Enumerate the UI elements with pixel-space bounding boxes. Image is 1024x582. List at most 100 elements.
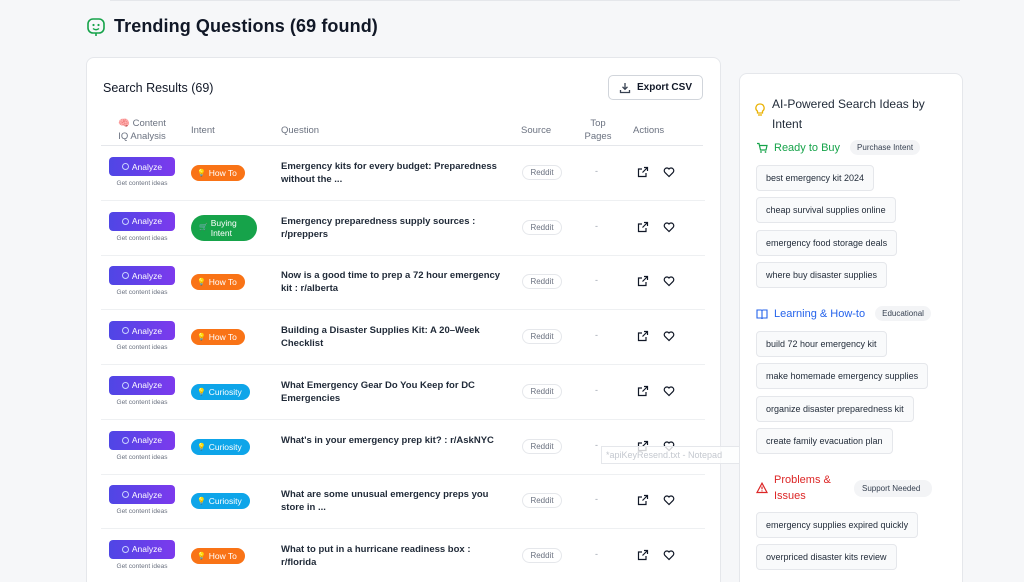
question-text[interactable]: Emergency kits for every budget: Prepare… bbox=[281, 160, 503, 186]
source-badge: Reddit bbox=[522, 165, 562, 180]
heart-icon[interactable] bbox=[663, 275, 675, 287]
ideas-header: AI-Powered Search Ideas by Intent bbox=[754, 94, 952, 134]
ideas-section-header: Ready to Buy Purchase Intent bbox=[756, 140, 921, 155]
lightbulb-icon: 💡 bbox=[197, 334, 206, 342]
table-row: Analyze Get content ideas 💡 Curiosity What a… bbox=[101, 474, 705, 530]
question-text[interactable]: What's in your emergency prep kit? : r/A… bbox=[281, 434, 503, 447]
source-badge: Reddit bbox=[522, 383, 562, 399]
analyze-subtext: Get content ideas bbox=[116, 180, 168, 187]
intent-label: How To bbox=[208, 550, 237, 561]
intent-label: Buying Intent bbox=[210, 217, 237, 238]
book-icon bbox=[756, 308, 768, 319]
question-text[interactable]: Now is a good time to prep a 72 hour eme… bbox=[281, 269, 503, 295]
analyze-bulb-icon bbox=[121, 217, 129, 225]
question-text[interactable]: Emergency preparedness supply sources : … bbox=[281, 215, 503, 241]
source-badge: Reddit bbox=[522, 274, 562, 290]
intent-badge: 💡 How To bbox=[191, 547, 245, 564]
export-csv-label: Export CSV bbox=[636, 82, 692, 93]
ideas-section-header: Problems & Issues Support Needed bbox=[756, 472, 932, 504]
lightbulb-icon: 💡 bbox=[197, 388, 206, 396]
source-badge: Reddit bbox=[522, 329, 562, 345]
ideas-section-title: Ready to Buy bbox=[774, 141, 841, 154]
question-text[interactable]: What Emergency Gear Do You Keep for DC E… bbox=[281, 379, 503, 405]
search-idea-chip[interactable]: emergency supplies expired quickly bbox=[756, 512, 919, 538]
top-divider bbox=[110, 0, 960, 1]
ideas-section-tag: Purchase Intent bbox=[850, 140, 921, 155]
search-idea-chip[interactable]: overpriced disaster kits review bbox=[756, 544, 897, 571]
question-text[interactable]: What to put in a hurricane readiness box… bbox=[281, 543, 503, 569]
search-idea-chip[interactable]: organize disaster preparedness kit bbox=[756, 395, 914, 422]
intent-badge: 💡 How To bbox=[191, 329, 245, 346]
analyze-button[interactable]: Analyze bbox=[109, 485, 175, 505]
analyze-button[interactable]: Analyze bbox=[109, 430, 175, 450]
col-header-top-line1: Top bbox=[590, 118, 606, 129]
analyze-button[interactable]: Analyze bbox=[109, 321, 175, 341]
lightbulb-icon: 💡 bbox=[197, 443, 206, 451]
intent-label: How To bbox=[208, 168, 237, 178]
analyze-button[interactable]: Analyze bbox=[109, 375, 175, 395]
intent-label: How To bbox=[208, 332, 237, 343]
heart-icon[interactable] bbox=[663, 549, 675, 561]
lightbulb-icon: 💡 bbox=[197, 170, 206, 177]
export-csv-button[interactable]: Export CSV bbox=[607, 75, 703, 100]
ideas-section-title: Problems & Issues bbox=[774, 474, 831, 502]
heart-icon[interactable] bbox=[663, 494, 675, 506]
external-link-icon[interactable] bbox=[637, 385, 649, 397]
ideas-section-header: Learning & How-to Educational bbox=[756, 306, 931, 321]
analyze-button[interactable]: Analyze bbox=[109, 266, 175, 286]
analyze-label: Analyze bbox=[131, 435, 163, 445]
external-link-icon[interactable] bbox=[637, 494, 649, 506]
lightbulb-icon: 💡 bbox=[197, 279, 206, 287]
heart-icon[interactable] bbox=[663, 330, 675, 342]
question-text[interactable]: Building a Disaster Supplies Kit: A 20–W… bbox=[281, 324, 503, 350]
ideas-section-title: Learning & How-to bbox=[774, 307, 866, 320]
external-link-icon[interactable] bbox=[637, 221, 649, 233]
ai-search-ideas-card: AI-Powered Search Ideas by Intent Ready … bbox=[739, 73, 963, 582]
intent-badge: 💡 Curiosity bbox=[191, 438, 250, 455]
intent-badge: 💡 Curiosity bbox=[191, 383, 250, 400]
analyze-subtext: Get content ideas bbox=[116, 508, 168, 516]
external-link-icon[interactable] bbox=[637, 166, 649, 178]
analyze-subtext: Get content ideas bbox=[116, 562, 168, 570]
analyze-button[interactable]: Analyze bbox=[109, 157, 175, 176]
heart-icon[interactable] bbox=[663, 385, 675, 397]
search-idea-chip[interactable]: make homemade emergency supplies bbox=[756, 363, 929, 390]
search-idea-chip[interactable]: build 72 hour emergency kit bbox=[756, 331, 887, 357]
external-link-icon[interactable] bbox=[637, 549, 649, 561]
analyze-label: Analyze bbox=[131, 216, 163, 227]
heart-icon[interactable] bbox=[663, 166, 675, 178]
analyze-label: Analyze bbox=[131, 489, 163, 500]
search-idea-chip[interactable]: cheap survival supplies online bbox=[756, 197, 896, 224]
search-idea-chip[interactable]: where buy disaster supplies bbox=[756, 262, 888, 289]
table-row: Analyze Get content ideas 💡 How To Emergency… bbox=[101, 146, 705, 201]
external-link-icon[interactable] bbox=[637, 330, 649, 342]
analyze-label: Analyze bbox=[131, 544, 163, 555]
col-header-intent: Intent bbox=[191, 124, 215, 136]
question-text[interactable]: What are some unusual emergency preps yo… bbox=[281, 488, 503, 514]
heart-icon[interactable] bbox=[663, 221, 675, 233]
search-idea-chip[interactable]: best emergency kit 2024 bbox=[756, 165, 875, 191]
col-header-actions: Actions bbox=[633, 124, 665, 136]
search-idea-chip[interactable]: emergency food storage deals bbox=[756, 229, 898, 256]
source-badge: Reddit bbox=[522, 493, 562, 509]
intent-label: Curiosity bbox=[208, 386, 242, 397]
smile-icon bbox=[87, 17, 105, 36]
top-pages-value: - bbox=[595, 275, 598, 286]
analyze-label: Analyze bbox=[131, 161, 163, 172]
analyze-button[interactable]: Analyze bbox=[109, 539, 175, 559]
intent-label: Curiosity bbox=[208, 441, 242, 452]
table-row: Analyze Get content ideas 💡 How To Building … bbox=[101, 310, 705, 366]
page-header: Trending Questions (69 found) bbox=[86, 16, 378, 37]
warning-icon bbox=[756, 482, 768, 494]
external-link-icon[interactable] bbox=[637, 275, 649, 287]
top-pages-value: - bbox=[595, 494, 598, 505]
col-header-question: Question bbox=[281, 124, 320, 136]
search-idea-chip[interactable]: create family evacuation plan bbox=[756, 428, 893, 455]
analyze-bulb-icon bbox=[121, 163, 129, 170]
lightbulb-icon: 💡 bbox=[197, 498, 206, 506]
top-pages-value: - bbox=[595, 384, 598, 395]
intent-label: How To bbox=[208, 277, 237, 288]
analyze-button[interactable]: Analyze bbox=[109, 211, 175, 231]
analyze-bulb-icon bbox=[121, 545, 129, 553]
analyze-bulb-icon bbox=[121, 272, 129, 280]
